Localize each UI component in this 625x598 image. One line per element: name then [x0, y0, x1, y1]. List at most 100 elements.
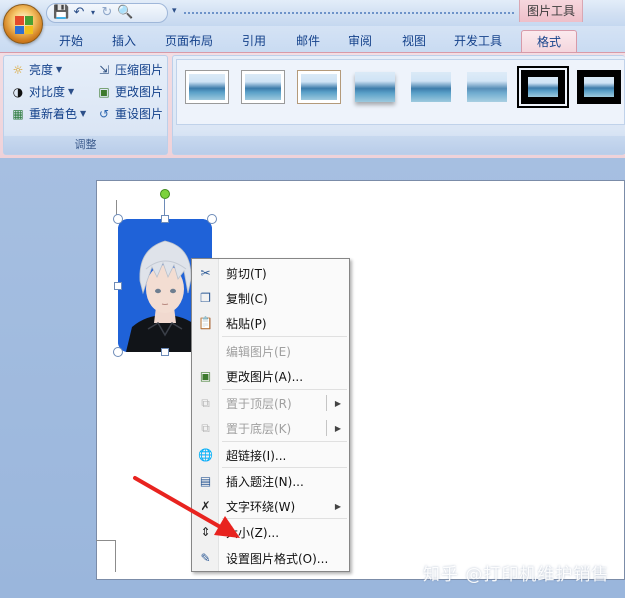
watermark: 知乎 @打印机维护销售: [423, 565, 610, 585]
picture-style-6[interactable]: [465, 70, 509, 104]
submenu-arrow-icon: ▶: [334, 501, 341, 511]
tab-review[interactable]: 审阅: [340, 30, 380, 52]
send-to-back-icon: ⧉: [201, 420, 210, 435]
tab-insert[interactable]: 插入: [104, 30, 144, 52]
context-menu: ✂ 剪切(T) ❐ 复制(C) 📋 粘贴(P) 编辑图片(E) ▣ 更改图片(A…: [191, 258, 350, 572]
menu-item-label: 插入题注(N)...: [226, 474, 304, 489]
menu-item-bring-to-front: ⧉ 置于顶层(R) ▶: [192, 391, 349, 415]
reset-picture-button[interactable]: ↺ 重设图片: [96, 104, 163, 124]
menu-item-size[interactable]: ⇕ 大小(Z)...: [192, 520, 349, 544]
resize-handle-top-left[interactable]: [113, 214, 123, 224]
tab-references[interactable]: 引用: [234, 30, 274, 52]
resize-handle-bottom-left[interactable]: [113, 347, 123, 357]
menu-item-change-picture[interactable]: ▣ 更改图片(A)...: [192, 364, 349, 388]
menu-item-label: 文字环绕(W): [226, 499, 296, 514]
resize-handle-top-right[interactable]: [207, 214, 217, 224]
rotate-handle[interactable]: [160, 189, 170, 199]
change-picture-icon: ▣: [199, 369, 212, 383]
tab-mailings[interactable]: 邮件: [288, 30, 328, 52]
contrast-button[interactable]: ◑ 对比度 ▼: [10, 82, 74, 102]
caption-icon: ▤: [199, 474, 212, 488]
compress-pictures-button[interactable]: ⇲ 压缩图片: [96, 60, 163, 80]
rotation-line: [164, 199, 165, 215]
recolor-button[interactable]: ▦ 重新着色 ▼: [10, 104, 86, 124]
format-picture-icon: ✎: [200, 551, 211, 565]
undo-icon[interactable]: ↶: [71, 5, 87, 21]
menu-item-paste[interactable]: 📋 粘贴(P): [192, 311, 349, 335]
text-wrap-icon: ✗: [200, 499, 211, 513]
menu-item-label: 剪切(T): [226, 266, 267, 281]
office-logo-icon: [15, 16, 33, 34]
picture-style-3[interactable]: [297, 70, 341, 104]
save-icon[interactable]: 💾: [53, 5, 69, 21]
picture-style-2[interactable]: [241, 70, 285, 104]
crop-mark: [96, 540, 116, 572]
menu-item-send-to-back: ⧉ 置于底层(K) ▶: [192, 416, 349, 440]
menu-item-cut[interactable]: ✂ 剪切(T): [192, 261, 349, 285]
reset-picture-icon: ↺: [98, 107, 110, 121]
quick-access-toolbar: 💾 ↶ ▾ ↻ 🔍: [46, 3, 168, 23]
menu-item-text-wrapping[interactable]: ✗ 文字环绕(W) ▶: [192, 494, 349, 518]
chevron-down-icon: ▼: [56, 65, 63, 74]
resize-handle-bottom[interactable]: [161, 348, 169, 356]
picture-styles-gallery: [176, 59, 625, 125]
office-button[interactable]: [3, 4, 43, 44]
menu-item-edit-picture: 编辑图片(E): [192, 339, 349, 363]
scissors-icon: ✂: [200, 266, 211, 280]
redo-icon[interactable]: ↻: [99, 5, 115, 21]
tab-developer[interactable]: 开发工具: [446, 30, 510, 52]
submenu-arrow-icon: ▶: [334, 398, 341, 408]
menu-item-hyperlink[interactable]: 🌐 超链接(I)...: [192, 443, 349, 467]
brightness-label: 亮度: [29, 63, 54, 77]
resize-handle-top[interactable]: [161, 215, 169, 223]
menu-item-label: 超链接(I)...: [226, 448, 287, 463]
picture-style-5[interactable]: [409, 70, 453, 104]
brightness-button[interactable]: ☼ 亮度 ▼: [10, 60, 63, 80]
print-preview-icon[interactable]: 🔍: [117, 5, 133, 21]
resize-handle-left[interactable]: [114, 282, 122, 290]
compress-label: 压缩图片: [115, 63, 164, 77]
tab-view[interactable]: 视图: [394, 30, 434, 52]
title-divider: [184, 12, 514, 14]
picture-style-7[interactable]: [517, 66, 569, 108]
copy-icon: ❐: [200, 291, 211, 305]
tab-page-layout[interactable]: 页面布局: [158, 30, 220, 52]
ribbon: ☼ 亮度 ▼ ◑ 对比度 ▼ ▦ 重新着色 ▼ ⇲ 压缩图片 ▣ 更改图片 ↺ …: [0, 52, 625, 158]
title-bar: 💾 ↶ ▾ ↻ 🔍 ▾ 图片工具: [0, 0, 625, 44]
menu-separator: [222, 518, 347, 519]
picture-styles-group-label: [173, 136, 625, 154]
tab-format[interactable]: 格式: [521, 30, 577, 52]
picture-style-1[interactable]: [185, 70, 229, 104]
bring-to-front-icon: ⧉: [201, 395, 210, 410]
size-icon: ⇕: [200, 525, 211, 539]
brightness-icon: ☼: [12, 63, 24, 77]
chevron-down-icon: ▼: [68, 87, 75, 96]
recolor-label: 重新着色: [29, 107, 78, 121]
chevron-down-icon: ▼: [80, 109, 87, 118]
undo-dropdown-icon[interactable]: ▾: [89, 5, 97, 21]
ribbon-tab-row: 开始 插入 页面布局 引用 邮件 审阅 视图 开发工具 格式: [0, 26, 625, 52]
adjust-group: ☼ 亮度 ▼ ◑ 对比度 ▼ ▦ 重新着色 ▼ ⇲ 压缩图片 ▣ 更改图片 ↺ …: [3, 55, 168, 155]
picture-style-4[interactable]: [353, 70, 397, 104]
menu-item-label: 粘贴(P): [226, 316, 267, 331]
menu-item-format-picture[interactable]: ✎ 设置图片格式(O)...: [192, 546, 349, 570]
hyperlink-icon: 🌐: [198, 448, 213, 462]
menu-item-label: 大小(Z)...: [226, 525, 280, 540]
menu-item-label: 设置图片格式(O)...: [226, 551, 329, 566]
menu-separator: [222, 336, 347, 337]
menu-separator: [222, 389, 347, 390]
compress-icon: ⇲: [98, 63, 110, 77]
contrast-icon: ◑: [12, 85, 24, 99]
customize-qat-icon[interactable]: ▾: [172, 6, 177, 16]
tab-home[interactable]: 开始: [50, 30, 92, 52]
change-picture-button[interactable]: ▣ 更改图片: [96, 82, 163, 102]
menu-item-copy[interactable]: ❐ 复制(C): [192, 286, 349, 310]
menu-item-insert-caption[interactable]: ▤ 插入题注(N)...: [192, 469, 349, 493]
menu-separator: [222, 441, 347, 442]
picture-style-8[interactable]: [577, 70, 621, 104]
adjust-group-label: 调整: [4, 136, 167, 154]
menu-item-label: 编辑图片(E): [226, 344, 291, 359]
menu-item-label: 更改图片(A)...: [226, 369, 304, 384]
change-picture-label: 更改图片: [115, 85, 164, 99]
menu-item-label: 置于顶层(R): [226, 396, 292, 411]
